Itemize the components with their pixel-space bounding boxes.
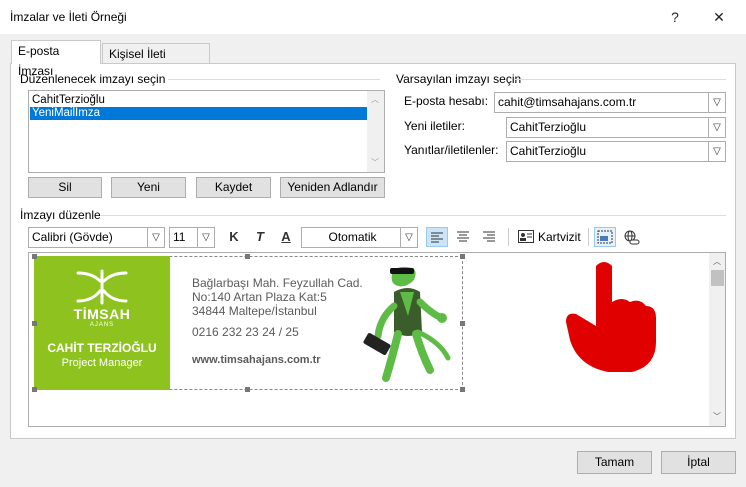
business-card-label: Kartvizit [538,230,581,244]
underline-button[interactable]: A [276,227,296,247]
align-left-icon [431,232,443,243]
align-center-button[interactable] [453,227,475,247]
ok-button[interactable]: Tamam [577,451,652,474]
phone-number: 0216 232 23 24 / 25 [192,325,299,339]
list-item[interactable]: CahitTerzioğlu [30,94,105,107]
list-item-selected[interactable]: YeniMailImza [30,107,368,120]
website: www.timsahajans.com.tr [192,354,321,366]
list-scrollbar[interactable]: ︿ ﹀ [367,91,384,172]
business-card-icon [518,230,534,243]
resize-handle[interactable] [245,387,250,392]
resize-handle[interactable] [460,254,465,259]
address-line-3: 34844 Maltepe/İstanbul [192,304,317,318]
default-signature-label: Varsayılan imzayı seçin [396,72,522,86]
resize-handle[interactable] [32,387,37,392]
chevron-down-icon[interactable]: ▽ [708,142,725,161]
chevron-down-icon[interactable]: ▽ [708,118,725,137]
align-center-icon [457,231,469,242]
new-messages-label: Yeni iletiler: [404,119,465,133]
separator [100,215,726,216]
toolbar-divider [588,228,589,246]
crocodile-mascot-image [363,266,451,382]
replies-select[interactable]: CahitTerzioğlu ▽ [506,141,726,162]
scroll-up-icon[interactable]: ︿ [371,94,379,105]
align-left-button[interactable] [426,227,448,247]
insert-hyperlink-button[interactable] [620,227,642,247]
scroll-up-icon[interactable]: ︿ [713,256,721,267]
window-title: İmzalar ve İleti Örneği [10,10,127,24]
resize-handle[interactable] [32,321,37,326]
help-button[interactable]: ? [660,4,690,30]
italic-button[interactable]: T [250,227,270,247]
new-messages-value: CahitTerzioğlu [510,120,587,134]
chevron-down-icon[interactable]: ▽ [147,228,164,247]
rename-button[interactable]: Yeniden Adlandır [280,177,385,198]
align-right-icon [483,231,495,242]
delete-button[interactable]: Sil [28,177,102,198]
align-right-button[interactable] [479,227,501,247]
replies-label: Yanıtlar/iletilenler: [404,143,499,157]
account-value: cahit@timsahajans.com.tr [498,95,637,109]
person-role: Project Manager [61,357,143,369]
logo-subtitle: AJANS [89,322,115,328]
insert-picture-button[interactable] [594,227,616,247]
editor-scrollbar[interactable]: ︿ ﹀ [709,253,725,426]
crocodile-logo-icon [76,269,128,305]
new-button[interactable]: Yeni [111,177,186,198]
chevron-down-icon[interactable]: ▽ [400,228,417,247]
bold-button[interactable]: K [224,227,244,247]
address-line-1: Bağlarbaşı Mah. Feyzullah Cad. [192,276,363,290]
logo-name: TİMSAH [73,306,131,322]
business-card-button[interactable]: Kartvizit [516,227,582,247]
scroll-thumb[interactable] [711,270,724,286]
resize-handle[interactable] [32,254,37,259]
resize-handle[interactable] [460,387,465,392]
pointing-hand-icon [566,262,656,372]
resize-handle[interactable] [460,321,465,326]
scroll-down-icon[interactable]: ﹀ [371,157,379,168]
resize-handle[interactable] [245,254,250,259]
tab-email-signature[interactable]: E-posta İmzası [11,40,101,78]
chevron-down-icon[interactable]: ▽ [197,228,214,247]
signature-logo-block: TİMSAH AJANS CAHİT TERZİOĞLU Project Man… [34,256,170,390]
toolbar-divider [508,228,509,246]
font-color-select[interactable]: Otomatik ▽ [301,227,418,248]
signature-list[interactable]: CahitTerzioğlu YeniMailImza ︿ ﹀ [28,90,385,173]
close-button[interactable]: ✕ [704,4,734,30]
font-color-value: Otomatik [328,230,377,244]
save-button[interactable]: Kaydet [196,177,271,198]
edit-signature-label: İmzayı düzenle [20,208,101,222]
font-size-select[interactable]: 11 ▽ [169,227,215,248]
account-label: E-posta hesabı: [404,94,489,108]
new-messages-select[interactable]: CahitTerzioğlu ▽ [506,117,726,138]
cancel-button[interactable]: İptal [661,451,736,474]
font-value: Calibri (Gövde) [32,230,113,244]
font-size-value: 11 [173,230,186,244]
separator [168,79,380,80]
picture-icon [597,230,613,244]
scroll-down-icon[interactable]: ﹀ [713,411,721,422]
account-select[interactable]: cahit@timsahajans.com.tr ▽ [494,92,726,113]
separator [514,79,726,80]
hyperlink-icon [624,230,640,245]
chevron-down-icon[interactable]: ▽ [708,93,725,112]
person-name: CAHİT TERZİOĞLU [47,341,157,355]
address-line-2: No:140 Artan Plaza Kat:5 [192,290,327,304]
tab-personal-stationery[interactable]: Kişisel İleti Örneği [102,43,210,81]
replies-value: CahitTerzioğlu [510,144,587,158]
font-select[interactable]: Calibri (Gövde) ▽ [28,227,165,248]
